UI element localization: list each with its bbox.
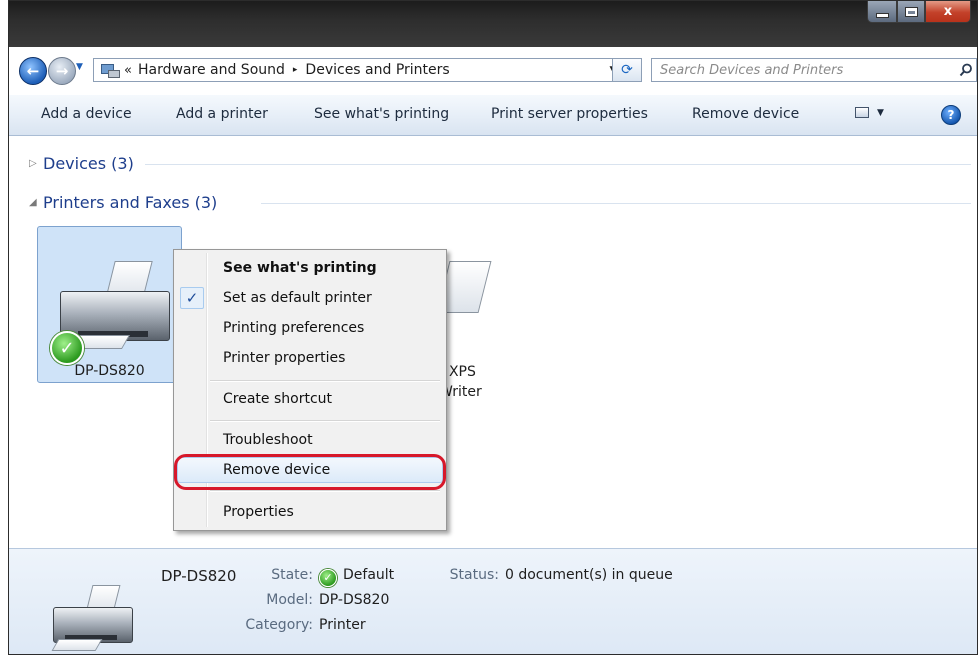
- help-icon: ?: [947, 108, 955, 122]
- minimize-button[interactable]: [867, 1, 897, 23]
- chevron-down-icon: ▼: [877, 107, 884, 118]
- menu-item-create-shortcut[interactable]: Create shortcut: [177, 386, 443, 412]
- add-device-button[interactable]: Add a device: [41, 106, 132, 122]
- change-view-button[interactable]: ▼: [855, 107, 884, 118]
- view-icon: [855, 107, 869, 118]
- model-value: DP-DS820: [319, 592, 390, 608]
- checkmark-icon: ✓: [180, 287, 204, 309]
- close-button[interactable]: x: [925, 1, 971, 23]
- category-value: Printer: [319, 617, 366, 633]
- default-check-icon: ✓: [319, 568, 337, 587]
- print-server-properties-button[interactable]: Print server properties: [491, 106, 648, 122]
- highlight-annotation: [174, 454, 446, 490]
- forward-arrow-icon: →: [55, 62, 69, 80]
- details-pane: DP-DS820 State: ✓ Default Model: DP-DS820…: [9, 548, 977, 654]
- menu-item-printing-preferences[interactable]: Printing preferences: [177, 315, 443, 341]
- printer-item-dp-ds820[interactable]: ✓ DP-DS820: [37, 226, 182, 383]
- maximize-icon: [904, 6, 918, 17]
- breadcrumb-devices-and-printers[interactable]: Devices and Printers: [305, 62, 449, 78]
- refresh-icon: ⟳: [621, 62, 633, 78]
- window-controls: x: [867, 1, 971, 23]
- close-icon: x: [943, 4, 953, 19]
- minimize-icon: [875, 13, 889, 18]
- search-input[interactable]: Search Devices and Printers: [651, 58, 977, 82]
- forward-button[interactable]: →: [48, 57, 76, 85]
- see-whats-printing-button[interactable]: See what's printing: [314, 106, 449, 122]
- menu-item-printer-properties[interactable]: Printer properties: [177, 345, 443, 371]
- details-printer-name: DP-DS820: [161, 567, 237, 585]
- menu-separator: [210, 490, 440, 492]
- group-printers-label: Printers and Faxes (3): [43, 193, 218, 212]
- add-printer-button[interactable]: Add a printer: [176, 106, 268, 122]
- menu-separator: [210, 420, 440, 422]
- menu-item-see-whats-printing[interactable]: See what's printing: [177, 255, 443, 281]
- help-button[interactable]: ?: [941, 105, 961, 125]
- chevron-down-icon: ▼: [76, 62, 83, 72]
- status-value: 0 document(s) in queue: [505, 567, 673, 583]
- category-label: Category:: [245, 617, 313, 633]
- devices-printers-icon: [100, 62, 120, 78]
- devices-and-printers-window: x ← → ▼ « Hardware and Sound ▸ Devices a…: [8, 0, 978, 655]
- collapse-arrow-icon: ◢: [29, 197, 37, 208]
- back-arrow-icon: ←: [26, 62, 40, 80]
- address-bar[interactable]: « Hardware and Sound ▸ Devices and Print…: [93, 58, 625, 82]
- group-printers-and-faxes[interactable]: ◢ Printers and Faxes (3): [29, 193, 217, 212]
- printer-icon: [43, 579, 133, 654]
- menu-separator: [210, 380, 440, 382]
- group-devices-label: Devices (3): [43, 154, 134, 173]
- printer-label: DP-DS820: [74, 363, 145, 379]
- search-placeholder: Search Devices and Printers: [660, 62, 844, 78]
- command-bar: Add a device Add a printer See what's pr…: [9, 95, 977, 136]
- back-button[interactable]: ←: [19, 57, 47, 85]
- maximize-button[interactable]: [897, 1, 925, 23]
- expand-arrow-icon: ▷: [29, 158, 37, 169]
- address-overflow-chevron[interactable]: «: [124, 63, 132, 78]
- group-divider: [261, 203, 971, 204]
- breadcrumb-separator-icon[interactable]: ▸: [293, 65, 298, 75]
- refresh-button[interactable]: ⟳: [612, 58, 642, 82]
- search-icon[interactable]: [956, 63, 976, 77]
- group-devices[interactable]: ▷ Devices (3): [29, 154, 134, 173]
- status-label: Status:: [449, 567, 499, 583]
- menu-item-set-default-printer[interactable]: ✓ Set as default printer: [177, 285, 443, 311]
- title-bar[interactable]: x: [9, 1, 977, 47]
- remove-device-button[interactable]: Remove device: [692, 106, 799, 122]
- state-value: ✓ Default: [319, 567, 394, 587]
- model-label: Model:: [266, 592, 313, 608]
- menu-item-properties[interactable]: Properties: [177, 499, 443, 525]
- breadcrumb-hardware-and-sound[interactable]: Hardware and Sound: [138, 62, 285, 78]
- default-printer-check-icon: ✓: [50, 331, 84, 365]
- menu-item-troubleshoot[interactable]: Troubleshoot: [177, 427, 443, 453]
- group-divider: [145, 164, 971, 165]
- state-label: State:: [271, 567, 313, 583]
- recent-pages-dropdown[interactable]: ▼: [76, 62, 88, 76]
